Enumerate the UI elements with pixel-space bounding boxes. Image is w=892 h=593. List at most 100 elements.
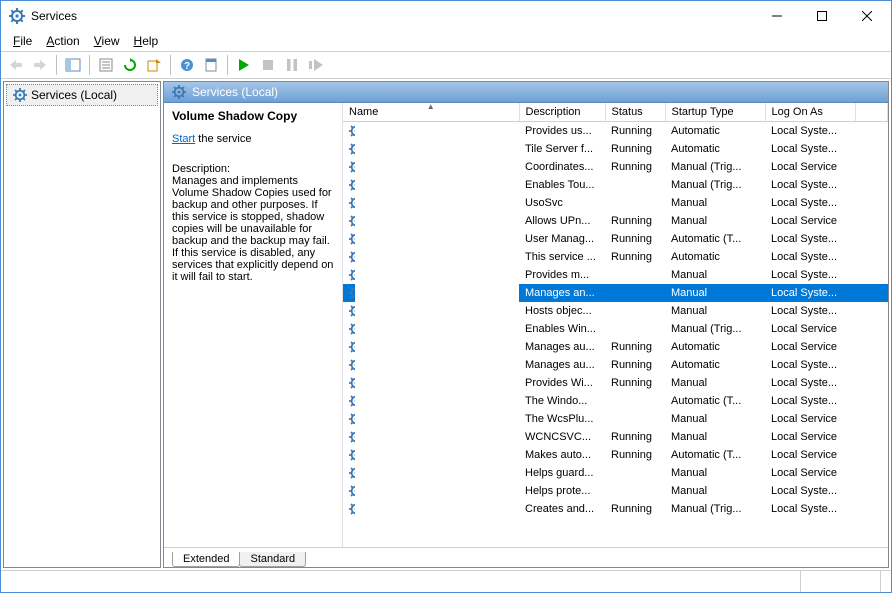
service-description: Allows UPn... (519, 212, 605, 230)
column-header-status[interactable]: Status (605, 103, 665, 122)
column-header-startup[interactable]: Startup Type (665, 103, 765, 122)
table-row[interactable]: UPnP Device HostAllows UPn...RunningManu… (343, 212, 888, 230)
service-startup: Manual (Trig... (665, 158, 765, 176)
table-row[interactable]: Time BrokerCoordinates...RunningManual (… (343, 158, 888, 176)
menu-action[interactable]: Action (40, 33, 85, 49)
service-logon: Local Syste... (765, 140, 855, 158)
service-logon: Local Service (765, 320, 855, 338)
column-header-name[interactable]: Name▲ (343, 103, 519, 122)
service-startup: Manual (Trig... (665, 176, 765, 194)
table-row[interactable]: User Profile ServiceThis service ...Runn… (343, 248, 888, 266)
service-logon: Local Service (765, 446, 855, 464)
restart-service-button[interactable] (305, 54, 327, 76)
stop-service-button[interactable] (257, 54, 279, 76)
gear-icon (349, 412, 355, 426)
table-row[interactable]: Touch Keyboard and Hand...Enables Tou...… (343, 176, 888, 194)
column-header-logon[interactable]: Log On As (765, 103, 855, 122)
service-description: Coordinates... (519, 158, 605, 176)
service-logon: Local Service (765, 338, 855, 356)
menu-help[interactable]: Help (128, 33, 165, 49)
help-button[interactable]: ? (176, 54, 198, 76)
table-row[interactable]: Windows BackupProvides Wi...RunningManua… (343, 374, 888, 392)
gear-icon (349, 376, 355, 390)
table-row[interactable]: Windows Color SystemThe WcsPlu...ManualL… (343, 410, 888, 428)
table-row[interactable]: Volume Shadow CopyManages an...ManualLoc… (343, 284, 888, 302)
service-status (605, 410, 665, 428)
action-suffix: the service (198, 133, 251, 145)
properties-button[interactable] (95, 54, 117, 76)
service-startup: Manual (Trig... (665, 320, 765, 338)
table-row[interactable]: Tile Data model serverTile Server f...Ru… (343, 140, 888, 158)
forward-button[interactable] (29, 54, 51, 76)
help-topics-button[interactable] (200, 54, 222, 76)
service-startup: Manual (665, 302, 765, 320)
menu-file[interactable]: File (7, 33, 38, 49)
service-description: Makes auto... (519, 446, 605, 464)
service-logon: Local Syste... (765, 302, 855, 320)
menu-view[interactable]: View (88, 33, 126, 49)
table-row[interactable]: Windows Defender ServiceHelps prote...Ma… (343, 482, 888, 500)
service-status (605, 320, 665, 338)
table-row[interactable]: Windows AudioManages au...RunningAutomat… (343, 338, 888, 356)
sort-asc-icon: ▲ (427, 103, 435, 111)
services-list[interactable]: Name▲ Description Status Startup Type Lo… (342, 103, 888, 547)
service-startup: Automatic (665, 338, 765, 356)
table-row[interactable]: Windows Connection Mana...Makes auto...R… (343, 446, 888, 464)
table-row[interactable]: Windows Driver Foundation...Creates and.… (343, 500, 888, 518)
gear-icon (349, 160, 355, 174)
table-row[interactable]: WebClientEnables Win...Manual (Trig...Lo… (343, 320, 888, 338)
show-hide-tree-button[interactable] (62, 54, 84, 76)
statusbar (1, 570, 891, 592)
tree-node-services-local[interactable]: Services (Local) (6, 84, 158, 106)
service-description: Tile Server f... (519, 140, 605, 158)
service-logon: Local Syste... (765, 248, 855, 266)
service-startup: Automatic (665, 140, 765, 158)
service-startup: Manual (665, 464, 765, 482)
table-row[interactable]: Windows Biometric ServiceThe Windo...Aut… (343, 392, 888, 410)
close-button[interactable] (844, 2, 889, 31)
table-row[interactable]: Windows Defender Networ...Helps guard...… (343, 464, 888, 482)
service-status: Running (605, 158, 665, 176)
back-button[interactable] (5, 54, 27, 76)
service-description: Manages au... (519, 356, 605, 374)
gear-icon (349, 232, 355, 246)
table-row[interactable]: WalletServiceHosts objec...ManualLocal S… (343, 302, 888, 320)
gear-icon (349, 268, 355, 282)
service-startup: Automatic (T... (665, 230, 765, 248)
pane-header: Services (Local) (164, 82, 888, 103)
gear-icon (349, 448, 355, 462)
service-logon: Local Service (765, 158, 855, 176)
service-status (605, 464, 665, 482)
tree-node-label: Services (Local) (31, 88, 117, 102)
table-row[interactable]: ThemesProvides us...RunningAutomaticLoca… (343, 122, 888, 141)
service-status (605, 266, 665, 284)
maximize-button[interactable] (799, 2, 844, 31)
service-status (605, 392, 665, 410)
minimize-button[interactable] (754, 2, 799, 31)
table-row[interactable]: Windows Connect Now - C...WCNCSVC...Runn… (343, 428, 888, 446)
pane-header-title: Services (Local) (192, 85, 278, 99)
service-logon: Local Service (765, 212, 855, 230)
pause-service-button[interactable] (281, 54, 303, 76)
table-row[interactable]: Update Orchestrator ServiceUsoSvcManualL… (343, 194, 888, 212)
export-button[interactable] (143, 54, 165, 76)
tab-standard[interactable]: Standard (239, 552, 306, 567)
service-description: Provides Wi... (519, 374, 605, 392)
service-status: Running (605, 248, 665, 266)
gear-icon (349, 214, 355, 228)
service-status: Running (605, 230, 665, 248)
table-row[interactable]: Virtual DiskProvides m...ManualLocal Sys… (343, 266, 888, 284)
start-service-link[interactable]: Start (172, 133, 195, 145)
start-service-button[interactable] (233, 54, 255, 76)
service-startup: Automatic (665, 356, 765, 374)
table-row[interactable]: Windows Audio Endpoint B...Manages au...… (343, 356, 888, 374)
service-status (605, 482, 665, 500)
console-tree[interactable]: Services (Local) (3, 81, 161, 568)
tab-extended[interactable]: Extended (172, 552, 240, 567)
table-row[interactable]: User ManagerUser Manag...RunningAutomati… (343, 230, 888, 248)
refresh-button[interactable] (119, 54, 141, 76)
service-startup: Manual (665, 428, 765, 446)
gear-icon (349, 196, 355, 210)
titlebar[interactable]: Services (1, 1, 891, 31)
column-header-description[interactable]: Description (519, 103, 605, 122)
